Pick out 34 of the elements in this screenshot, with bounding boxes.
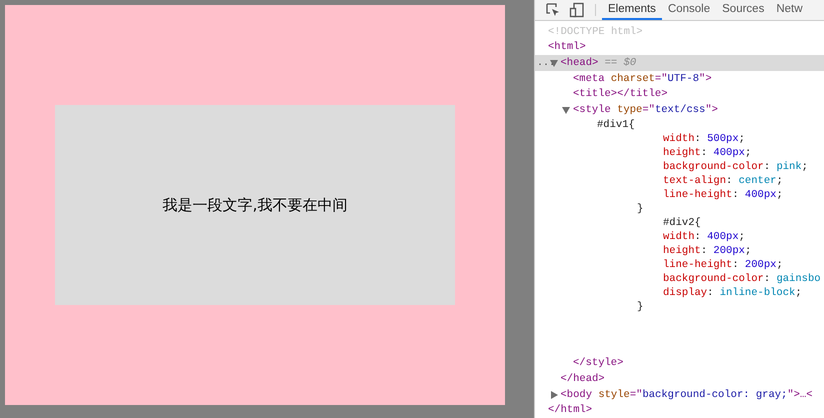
css-line: background-color: gainsbo (663, 272, 821, 285)
expanded-triangle-icon[interactable] (550, 59, 558, 68)
css-line: } (637, 202, 644, 215)
devtools-tab[interactable]: Netw (770, 0, 809, 20)
element-line: <meta charset="UTF-8"> (573, 72, 712, 85)
css-line: text-align: center; (663, 174, 783, 187)
css-line: height: 400px; (663, 146, 752, 159)
element-line: <html> (548, 41, 586, 54)
element-line: <!DOCTYPE html> (548, 26, 643, 38)
devtools-tab[interactable]: Console (662, 0, 716, 20)
more-dots[interactable]: ... (537, 58, 556, 69)
closing-tag-line: </head> (560, 373, 605, 386)
css-line: line-height: 200px; (663, 258, 783, 271)
collapsed-triangle-icon[interactable] (550, 390, 558, 399)
closing-tag-line: </style> (573, 357, 624, 370)
devtools-tab[interactable]: Sources (716, 0, 770, 20)
element-line: <title></title> (573, 88, 668, 100)
element-line: <style type="text/css"> (573, 104, 718, 116)
expanded-triangle-icon[interactable] (562, 106, 570, 114)
css-line: height: 200px; (663, 244, 752, 257)
css-line: line-height: 400px; (663, 188, 783, 201)
css-line: #div1{ (597, 118, 635, 131)
css-line: #div2{ (663, 216, 701, 229)
css-line: width: 400px; (663, 230, 745, 243)
element-line: <head> == $0 (560, 57, 636, 70)
element-line: <body style="background-color: gray;">…< (560, 388, 813, 401)
inner-text: 我是一段文字,我不要在中间 (162, 196, 348, 214)
closing-tag-line: </html> (548, 404, 592, 416)
selected-dom-row[interactable]: ... <head> == $0 (535, 55, 824, 71)
css-line: background-color: pink; (663, 160, 808, 173)
css-line: width: 500px; (663, 132, 745, 145)
css-line: } (637, 300, 644, 313)
css-line: display: inline-block; (663, 286, 802, 299)
devtools-tab[interactable]: Elements (602, 0, 662, 20)
